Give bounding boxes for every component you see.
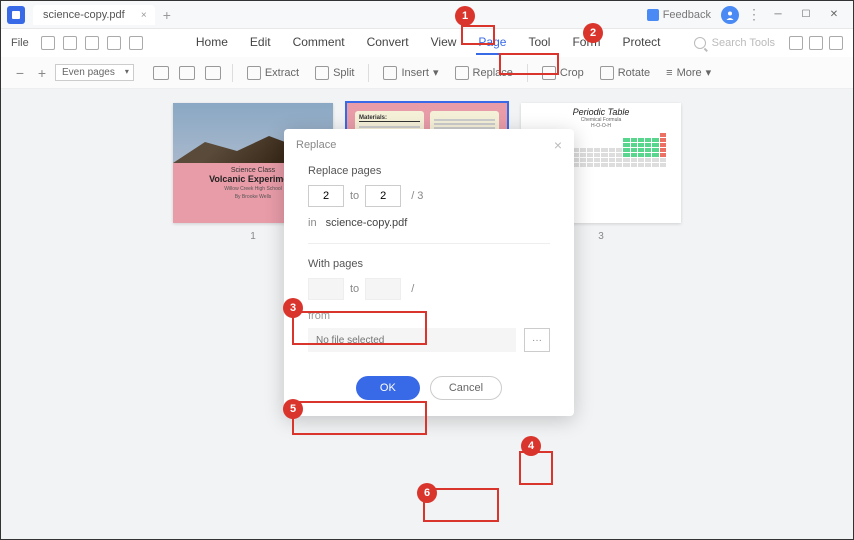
- split-icon: [315, 66, 329, 80]
- with-from-input[interactable]: [308, 278, 344, 300]
- more-button[interactable]: ≡More▾: [660, 63, 717, 82]
- rotate-icon: [600, 66, 614, 80]
- share-icon[interactable]: [789, 36, 803, 50]
- menu-protect[interactable]: Protect: [620, 31, 662, 55]
- file-menu[interactable]: File: [11, 37, 29, 49]
- with-to-input[interactable]: [365, 278, 401, 300]
- dialog-close-icon[interactable]: ×: [554, 137, 562, 153]
- replace-icon: [455, 66, 469, 80]
- cloud-icon[interactable]: [809, 36, 823, 50]
- dialog-title: Replace: [296, 139, 336, 151]
- close-icon[interactable]: ×: [141, 10, 147, 21]
- minimize-button[interactable]: ─: [765, 5, 791, 25]
- kebab-menu-icon[interactable]: ⋮: [747, 6, 761, 23]
- menu-convert[interactable]: Convert: [365, 31, 411, 55]
- ok-button[interactable]: OK: [356, 376, 420, 400]
- rotate-button[interactable]: Rotate: [594, 63, 656, 83]
- annotation-badge: 5: [283, 399, 303, 419]
- annotation-badge: 6: [417, 483, 437, 503]
- feedback-icon: [647, 9, 659, 21]
- print-icon[interactable]: [129, 36, 143, 50]
- menubar: File Home Edit Comment Convert View Page…: [1, 29, 853, 57]
- page-number: 1: [250, 231, 256, 242]
- extract-icon: [247, 66, 261, 80]
- annotation-badge: 3: [283, 298, 303, 318]
- menu-comment[interactable]: Comment: [291, 31, 347, 55]
- insert-icon: [383, 66, 397, 80]
- annotation-badge: 1: [455, 6, 475, 26]
- copy-icon[interactable]: [205, 66, 221, 80]
- replace-dialog: Replace × Replace pages to / 3 in scienc…: [284, 129, 574, 416]
- search-tools[interactable]: Search Tools: [694, 37, 775, 49]
- page-number: 3: [598, 231, 604, 242]
- home-icon[interactable]: [829, 36, 843, 50]
- replace-button[interactable]: Replace: [449, 63, 519, 83]
- cancel-button[interactable]: Cancel: [430, 376, 502, 400]
- annotation-badge: 4: [521, 436, 541, 456]
- undo-icon[interactable]: [85, 36, 99, 50]
- insert-button[interactable]: Insert▾: [377, 63, 444, 83]
- document-tab[interactable]: science-copy.pdf ×: [33, 5, 155, 25]
- replace-to-input[interactable]: [365, 185, 401, 207]
- mail-icon[interactable]: [63, 36, 77, 50]
- crop-button[interactable]: Crop: [536, 63, 590, 83]
- feedback-link[interactable]: Feedback: [647, 9, 711, 21]
- from-label: from: [308, 310, 550, 322]
- chevron-down-icon: ▾: [433, 66, 439, 79]
- page-mode-select[interactable]: Even pages: [55, 64, 134, 81]
- app-icon: [7, 6, 25, 24]
- crop-icon: [542, 66, 556, 80]
- zoom-in-button[interactable]: +: [33, 65, 51, 81]
- source-filename: science-copy.pdf: [326, 217, 408, 229]
- menu-tool[interactable]: Tool: [526, 31, 552, 55]
- grid-icon[interactable]: [153, 66, 169, 80]
- redo-icon[interactable]: [107, 36, 121, 50]
- zoom-out-button[interactable]: −: [11, 65, 29, 81]
- with-pages-label: With pages: [308, 258, 550, 270]
- menu-edit[interactable]: Edit: [248, 31, 273, 55]
- avatar[interactable]: [721, 6, 739, 24]
- browse-button[interactable]: ···: [524, 328, 550, 352]
- extract-button[interactable]: Extract: [241, 63, 305, 83]
- tab-label: science-copy.pdf: [43, 9, 125, 21]
- search-icon: [694, 37, 706, 49]
- menu-view[interactable]: View: [429, 31, 459, 55]
- save-icon[interactable]: [41, 36, 55, 50]
- chevron-down-icon: ▾: [706, 66, 712, 79]
- more-icon: ≡: [666, 67, 672, 79]
- menu-home[interactable]: Home: [194, 31, 230, 55]
- split-button[interactable]: Split: [309, 63, 360, 83]
- add-tab-button[interactable]: +: [163, 7, 171, 23]
- total-pages: / 3: [411, 190, 423, 202]
- maximize-button[interactable]: ☐: [793, 5, 819, 25]
- single-icon[interactable]: [179, 66, 195, 80]
- titlebar: science-copy.pdf × + Feedback ⋮ ─ ☐ ✕: [1, 1, 853, 29]
- replace-from-input[interactable]: [308, 185, 344, 207]
- replace-pages-label: Replace pages: [308, 165, 550, 177]
- close-button[interactable]: ✕: [821, 5, 847, 25]
- annotation-badge: 2: [583, 23, 603, 43]
- page-toolbar: − + Even pages Extract Split Insert▾ Rep…: [1, 57, 853, 89]
- file-path-input[interactable]: [308, 328, 516, 352]
- menu-page[interactable]: Page: [476, 31, 508, 55]
